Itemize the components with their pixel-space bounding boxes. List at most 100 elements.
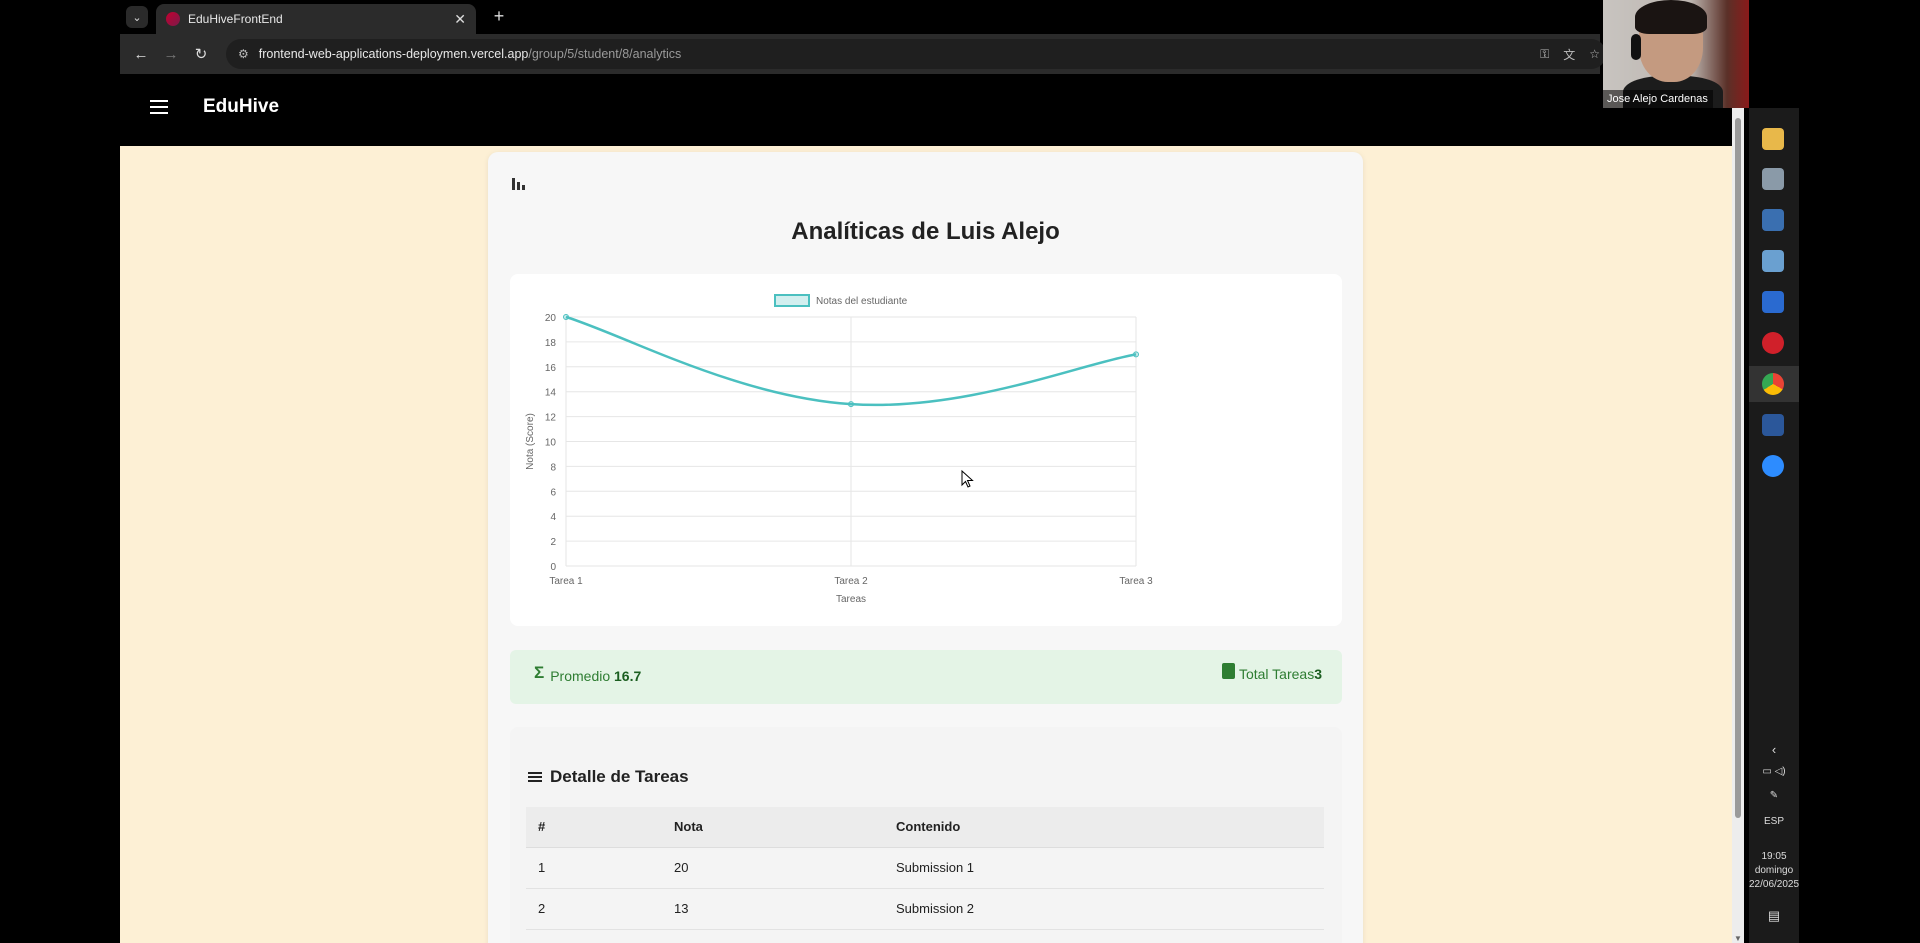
clock-day[interactable]: domingo xyxy=(1749,865,1799,876)
mouse-cursor-icon xyxy=(961,469,974,488)
browser-tab-bar: ⌄ EduHiveFrontEnd ✕ + xyxy=(120,0,1600,34)
pen-icon[interactable]: ✎ xyxy=(1749,790,1799,801)
notifications-icon[interactable]: ▤ xyxy=(1749,908,1799,924)
clock-time[interactable]: 19:05 xyxy=(1749,851,1799,862)
total-value: 3 xyxy=(1314,666,1322,682)
data-point xyxy=(848,401,854,408)
table-row: 2 13 Submission 2 xyxy=(526,888,1324,930)
x-axis-title: Tareas xyxy=(836,594,866,605)
section-heading: Detalle de Tareas xyxy=(528,767,689,787)
y-axis-title: Nota (Score) xyxy=(525,413,536,470)
average-label: Promedio xyxy=(550,668,611,684)
menu-icon[interactable] xyxy=(150,100,168,114)
total-stat: Total Tareas 3 xyxy=(1221,663,1322,682)
detail-title: Detalle de Tareas xyxy=(550,767,689,786)
close-tab-icon[interactable]: ✕ xyxy=(454,11,466,28)
column-header: Contenido xyxy=(884,807,1324,848)
row-number: 3 xyxy=(526,929,662,943)
translate-icon[interactable]: 文 xyxy=(1563,46,1575,63)
column-header: # xyxy=(526,807,662,848)
stats-summary: Σ Promedio 16.7 Total Tareas 3 xyxy=(510,650,1342,704)
back-arrow-icon[interactable]: ← xyxy=(126,46,156,63)
forward-arrow-icon[interactable]: → xyxy=(156,46,186,63)
page-title: Analíticas de Luis Alejo xyxy=(791,218,1060,245)
key-icon[interactable]: ⚿ xyxy=(1540,47,1549,62)
url-host: frontend-web-applications-deploymen.verc… xyxy=(258,47,529,61)
x-tick-label: Tarea 2 xyxy=(834,576,868,587)
sigma-icon: Σ xyxy=(534,663,545,682)
y-tick-label: 20 xyxy=(545,313,557,324)
analytics-card: Analíticas de Luis Alejo 0 2 4 6 8 10 12 14 16 18… xyxy=(488,152,1363,943)
y-tick-label: 14 xyxy=(545,388,557,399)
y-tick-label: 6 xyxy=(550,487,556,498)
scroll-down-arrow-icon[interactable]: ▼ xyxy=(1732,934,1744,943)
y-tick-label: 8 xyxy=(550,462,556,473)
scrollbar-thumb[interactable] xyxy=(1735,118,1741,818)
app-icon[interactable] xyxy=(1762,250,1784,272)
column-header: Nota xyxy=(662,807,884,848)
data-point xyxy=(563,314,569,320)
y-tick-label: 16 xyxy=(545,363,557,374)
clock-date[interactable]: 22/06/2025 xyxy=(1749,879,1799,890)
average-value: 16.7 xyxy=(614,668,642,684)
y-tick-label: 2 xyxy=(550,537,556,548)
tab-title: EduHiveFrontEnd xyxy=(188,12,283,26)
chrome-icon[interactable] xyxy=(1762,373,1784,395)
legend-label: Notas del estudiante xyxy=(816,296,908,307)
tab-search-chevron-icon[interactable]: ⌄ xyxy=(126,6,148,28)
file-explorer-icon[interactable] xyxy=(1762,128,1784,150)
windows-taskbar: ‹ ▭ ◁) ✎ ESP 19:05 domingo 22/06/2025 ▤ xyxy=(1749,108,1799,943)
line-chart: 0 2 4 6 8 10 12 14 16 18 20 Tarea 1 Tarea 2 Tarea 3 Ta… xyxy=(510,274,1342,626)
row-number: 2 xyxy=(526,888,662,930)
opera-icon[interactable] xyxy=(1762,332,1784,354)
bar-chart-icon xyxy=(512,176,526,190)
app-header: EduHive xyxy=(120,74,1732,146)
browser-tab[interactable]: EduHiveFrontEnd ✕ xyxy=(156,4,476,34)
x-tick-label: Tarea 1 xyxy=(549,576,583,587)
chevron-left-icon[interactable]: ‹ xyxy=(1749,742,1799,757)
word-icon[interactable] xyxy=(1762,414,1784,436)
reload-icon[interactable]: ↻ xyxy=(186,45,216,63)
clipboard-icon xyxy=(1221,663,1235,679)
list-icon xyxy=(528,770,542,784)
url-path: /group/5/student/8/analytics xyxy=(528,47,682,61)
row-grade: 17 xyxy=(662,929,884,943)
new-tab-button[interactable]: + xyxy=(488,6,510,27)
language-indicator[interactable]: ESP xyxy=(1749,816,1799,827)
row-content: Submission 1 xyxy=(884,847,1324,889)
address-bar[interactable]: ⚙ frontend-web-applications-deploymen.ve… xyxy=(226,39,1606,69)
average-stat: Σ Promedio 16.7 xyxy=(534,663,642,686)
legend-swatch xyxy=(774,294,810,307)
row-grade: 13 xyxy=(662,888,884,930)
site-settings-icon[interactable]: ⚙ xyxy=(238,47,249,61)
network-volume-icon[interactable]: ▭ ◁) xyxy=(1749,766,1799,777)
bookmark-star-icon[interactable]: ☆ xyxy=(1589,47,1600,61)
task-detail-section: Detalle de Tareas # Nota Contenido 1 20 … xyxy=(510,727,1342,943)
row-content: Submission 2 xyxy=(884,888,1324,930)
row-number: 1 xyxy=(526,847,662,889)
chart-svg: 0 2 4 6 8 10 12 14 16 18 20 Tarea 1 Tarea 2 Tarea 3 Ta… xyxy=(525,294,1153,605)
browser-toolbar: ← → ↻ ⚙ frontend-web-applications-deploy… xyxy=(120,34,1606,74)
y-tick-label: 12 xyxy=(545,413,557,424)
table-row: 1 20 Submission 1 xyxy=(526,847,1324,889)
table-row: 3 17 Submission 3 xyxy=(526,929,1324,943)
row-content: Submission 3 xyxy=(884,929,1324,943)
screen: ⌄ EduHiveFrontEnd ✕ + ← → ↻ ⚙ frontend-w… xyxy=(0,0,1920,943)
zoom-icon[interactable] xyxy=(1762,455,1784,477)
calculator-icon[interactable] xyxy=(1762,209,1784,231)
y-tick-label: 10 xyxy=(545,438,557,449)
data-point xyxy=(1133,351,1139,358)
tasks-table: # Nota Contenido 1 20 Submission 1 2 13 … xyxy=(526,807,1324,943)
angular-favicon-icon xyxy=(166,12,180,26)
y-tick-label: 18 xyxy=(545,338,557,349)
printer-icon[interactable] xyxy=(1762,168,1784,190)
webcam-video: Jose Alejo Cardenas xyxy=(1603,0,1749,108)
powershell-icon[interactable] xyxy=(1762,291,1784,313)
participant-name: Jose Alejo Cardenas xyxy=(1603,90,1713,108)
total-label: Total Tareas xyxy=(1238,666,1315,682)
x-tick-label: Tarea 3 xyxy=(1119,576,1153,587)
row-grade: 20 xyxy=(662,847,884,889)
brand-title[interactable]: EduHive xyxy=(203,96,279,118)
y-tick-label: 4 xyxy=(550,512,556,523)
page-scrollbar[interactable]: ▼ xyxy=(1732,108,1744,943)
